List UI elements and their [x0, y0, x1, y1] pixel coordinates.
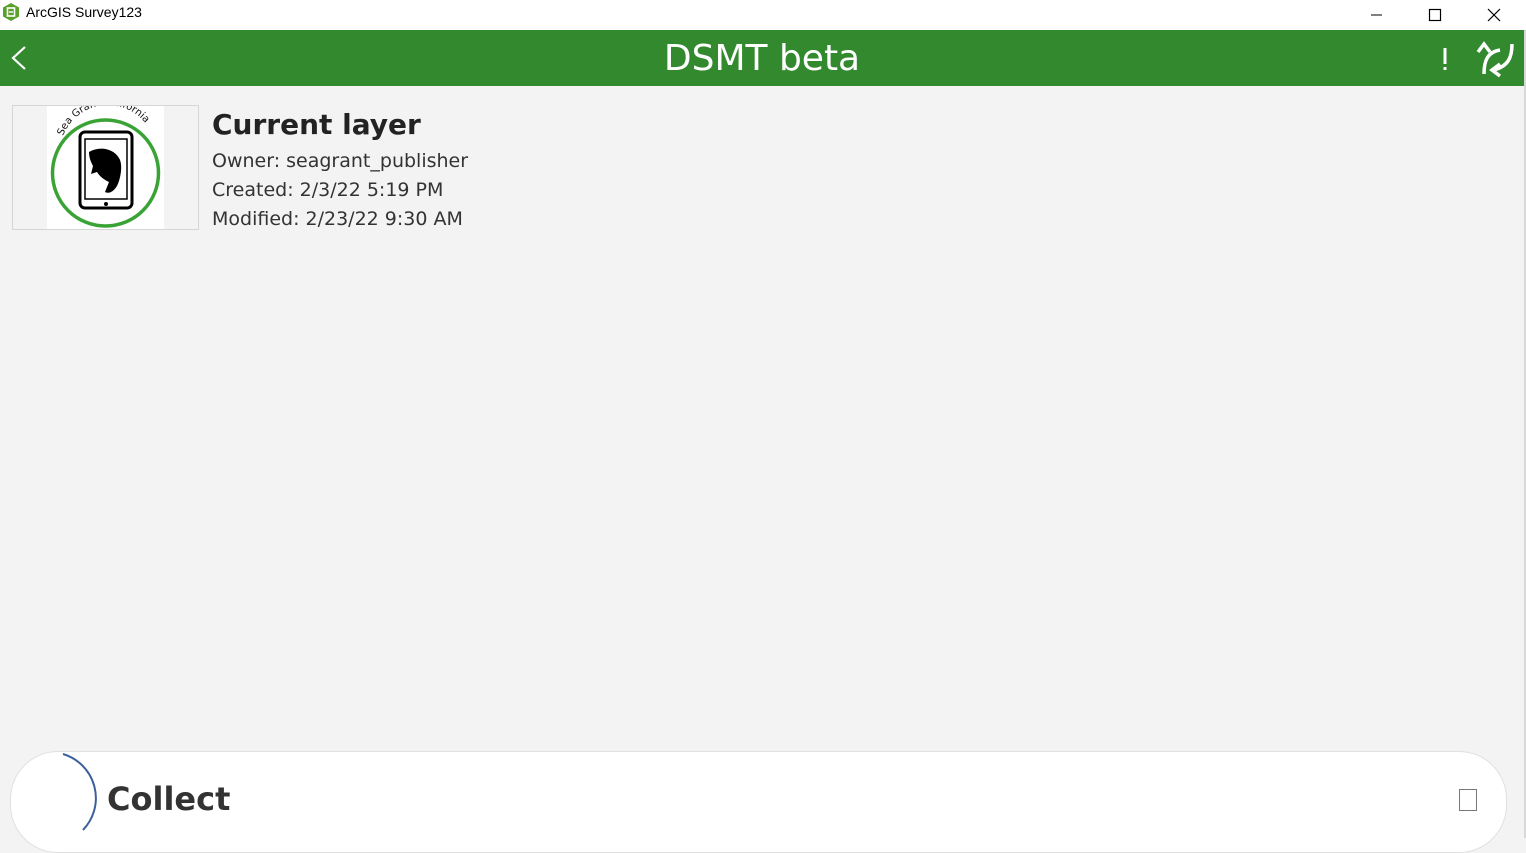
- close-button[interactable]: [1465, 0, 1523, 30]
- thumbnail-image: Sea Grant California: [47, 97, 164, 229]
- survey123-app-icon: [3, 3, 19, 21]
- app-header: DSMT beta: [0, 30, 1524, 86]
- survey-created: Created: 2/3/22 5:19 PM: [212, 179, 444, 201]
- collect-checkbox[interactable]: [1459, 789, 1477, 811]
- collect-icon: [62, 753, 97, 831]
- window-titlebar: ArcGIS Survey123: [0, 0, 1526, 30]
- sync-icon[interactable]: [1474, 40, 1518, 78]
- window-title: ArcGIS Survey123: [26, 4, 142, 20]
- maximize-icon: [1428, 8, 1442, 22]
- survey-owner: Owner: seagrant_publisher: [212, 150, 469, 172]
- maximize-button[interactable]: [1406, 0, 1464, 30]
- survey-title: Current layer: [212, 108, 421, 141]
- minimize-button[interactable]: [1348, 0, 1406, 30]
- sea-grant-logo-icon: Sea Grant California: [50, 97, 161, 228]
- survey-thumbnail[interactable]: Sea Grant California: [12, 97, 199, 230]
- survey-modified: Modified: 2/23/22 9:30 AM: [212, 208, 463, 230]
- alert-icon[interactable]: [1432, 42, 1458, 76]
- survey-info: Current layer Owner: seagrant_publisher …: [212, 108, 468, 234]
- page-title: DSMT beta: [663, 38, 861, 79]
- minimize-icon: [1371, 14, 1382, 16]
- close-icon: [1487, 8, 1501, 22]
- collect-label: Collect: [107, 780, 231, 818]
